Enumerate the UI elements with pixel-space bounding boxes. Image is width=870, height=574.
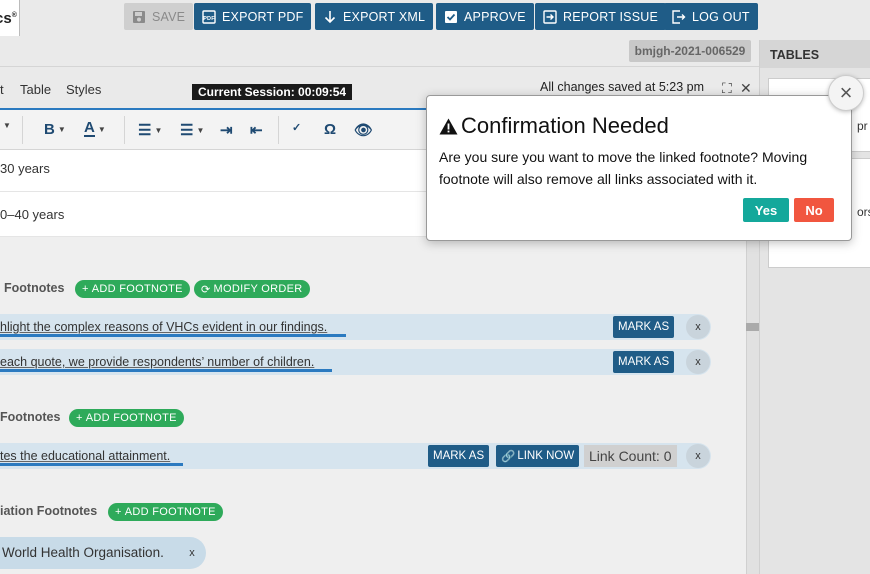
plus-icon: + <box>82 283 89 295</box>
session-timer: Current Session: 00:09:54 <box>192 84 353 100</box>
link-icon: 🔗 <box>501 451 516 463</box>
approve-button[interactable]: APPROVE <box>436 3 534 30</box>
toolbar-divider <box>22 116 23 144</box>
mark-as-button[interactable]: MARK AS <box>613 351 675 373</box>
abbreviation-footnotes-title: iation Footnotes <box>0 504 98 518</box>
plus-icon: + <box>115 506 122 518</box>
toolbar-divider <box>124 116 125 144</box>
floppy-icon <box>133 10 145 23</box>
remove-footnote-button[interactable]: x <box>686 350 710 374</box>
yes-button[interactable]: Yes <box>743 198 789 222</box>
spellcheck-icon[interactable]: ✓ <box>292 121 301 134</box>
document-id-badge: bmjgh-2021-006529 <box>629 40 751 62</box>
log-out-button[interactable]: LOG OUT <box>664 3 758 30</box>
footnote-underline <box>0 463 183 466</box>
modify-order-button[interactable]: ⟳ MODIFY ORDER <box>194 280 310 298</box>
remove-footnote-button[interactable]: x <box>686 315 710 339</box>
export-xml-button[interactable]: EXPORT XML <box>315 3 434 30</box>
report-issue-button[interactable]: REPORT ISSUE <box>535 3 667 30</box>
logout-icon <box>672 9 686 24</box>
link-now-button[interactable]: 🔗 LINK NOW <box>496 445 580 467</box>
scroll-thumb[interactable] <box>746 323 759 331</box>
add-footnote-button[interactable]: + ADD FOOTNOTE <box>69 409 184 427</box>
footnote-text: each quote, we provide respondents’ numb… <box>0 355 315 369</box>
arrow-down-icon <box>324 10 336 23</box>
report-icon <box>543 9 557 24</box>
footnote-item[interactable]: World Health Organisation. x <box>0 537 206 569</box>
footnote-text: hlight the complex reasons of VHCs evide… <box>0 320 328 334</box>
footnotes-area: Footnotes + ADD FOOTNOTE ⟳ MODIFY ORDER hl… <box>0 237 746 574</box>
menu-table[interactable]: Table <box>20 82 51 97</box>
footnote-underline <box>0 334 346 337</box>
no-button[interactable]: No <box>794 198 834 222</box>
footnote-text: World Health Organisation. <box>2 545 164 560</box>
save-button[interactable]: SAVE <box>124 3 194 30</box>
close-dialog-button[interactable]: × <box>828 75 864 111</box>
footnote-text: tes the educational attainment. <box>0 449 171 463</box>
pdf-icon: PDF <box>202 9 216 24</box>
format-dropdown[interactable]: ▼ <box>0 121 11 130</box>
add-footnote-button[interactable]: + ADD FOOTNOTE <box>75 280 190 298</box>
footnote-item[interactable]: tes the educational attainment. MARK AS … <box>0 443 711 469</box>
add-footnote-button[interactable]: + ADD FOOTNOTE <box>108 503 223 521</box>
omega-icon[interactable]: Ω <box>324 121 336 138</box>
footnote-item[interactable]: each quote, we provide respondents’ numb… <box>0 349 711 375</box>
tables-panel-title: TABLES <box>760 40 870 68</box>
plus-icon: + <box>76 412 83 424</box>
app-logo: cs® <box>0 0 20 36</box>
remove-footnote-button[interactable]: x <box>686 444 710 468</box>
bullet-list-icon[interactable]: ☰ ▼ <box>138 121 162 139</box>
mark-as-button[interactable]: MARK AS <box>428 445 490 467</box>
bold-icon[interactable]: B ▼ <box>44 121 66 138</box>
menu-styles[interactable]: Styles <box>66 82 101 97</box>
numbered-list-icon[interactable]: ☰ ▼ <box>180 121 204 139</box>
footnote-underline <box>0 369 332 372</box>
indent-icon[interactable]: ⇥ <box>220 121 233 139</box>
svg-text:PDF: PDF <box>203 16 215 22</box>
table-footnotes-title: Footnotes <box>4 281 65 295</box>
export-pdf-button[interactable]: PDF EXPORT PDF <box>194 3 312 30</box>
eye-icon[interactable]: 👁 <box>354 121 373 139</box>
checkbox-icon <box>445 10 457 23</box>
mark-as-button[interactable]: MARK AS <box>613 316 675 338</box>
toolbar-divider <box>278 116 279 144</box>
refresh-icon: ⟳ <box>201 283 211 296</box>
warning-icon <box>439 118 458 134</box>
link-count: Link Count: 0 <box>584 445 677 467</box>
dialog-message: Are you sure you want to move the linked… <box>439 149 808 187</box>
footnote-item[interactable]: hlight the complex reasons of VHCs evide… <box>0 314 711 340</box>
menu-insert[interactable]: t <box>0 82 4 97</box>
top-bar: cs® SAVE PDF EXPORT PDF EXPORT XML APPRO… <box>0 0 870 36</box>
confirmation-dialog: Confirmation Needed Are you sure you wan… <box>426 95 852 241</box>
other-footnotes-title: Footnotes <box>0 410 61 424</box>
remove-footnote-button[interactable]: x <box>180 541 204 565</box>
dialog-title: Confirmation Needed <box>439 113 669 139</box>
outdent-icon[interactable]: ⇤ <box>250 121 263 139</box>
text-color-icon[interactable]: A ▼ <box>84 120 106 137</box>
save-status: All changes saved at 5:23 pm <box>540 80 704 94</box>
